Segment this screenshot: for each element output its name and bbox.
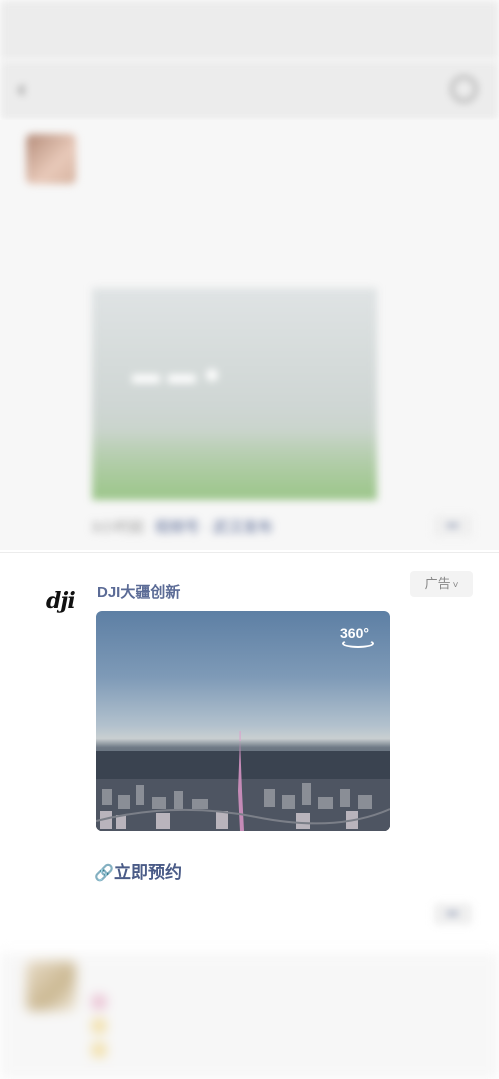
emoji-icon — [92, 995, 106, 1010]
ad-brand-name[interactable]: DJI大疆创新 — [97, 581, 180, 602]
reserve-now-link[interactable]: 🔗立即预约 — [94, 858, 182, 883]
dji-logo-icon[interactable]: dji — [46, 590, 82, 612]
emoji-icon — [92, 1019, 106, 1034]
watermark-icon: ▬ ▬ ● — [132, 358, 221, 389]
ad-more-button[interactable]: •• — [434, 903, 472, 925]
back-button[interactable]: ‹ — [18, 76, 25, 102]
grass-decoration — [92, 430, 377, 500]
post-text — [92, 989, 352, 1061]
post-line — [92, 989, 352, 1013]
360-view-icon[interactable]: 360° — [340, 625, 374, 648]
more-icon[interactable] — [451, 76, 477, 102]
city-skyline-icon — [96, 731, 390, 831]
avatar[interactable] — [26, 134, 76, 184]
emoji-icon — [92, 1043, 106, 1058]
feed-post — [0, 953, 499, 1079]
link-icon: 🔗 — [94, 865, 114, 882]
ad-post: dji DJI大疆创新 广告 ˅ 360° 🔗立即预约 •• — [0, 553, 499, 953]
post-meta: 3小时前 视频号 · 武汉发布 — [91, 516, 273, 537]
post-line — [92, 1013, 352, 1037]
cta-label: 立即预约 — [114, 863, 182, 882]
post-source[interactable]: 视频号 · 武汉发布 — [155, 519, 273, 536]
post-time: 3小时前 — [91, 519, 145, 536]
post-video-thumbnail[interactable]: ▬ ▬ ● — [92, 288, 377, 500]
status-bar — [0, 0, 499, 60]
ad-label-text: 广告 — [424, 576, 451, 591]
ad-panorama-image[interactable]: 360° — [96, 611, 390, 831]
nav-bar: ‹ — [0, 60, 499, 120]
feed-post: ▬ ▬ ● 3小时前 视频号 · 武汉发布 •• — [0, 120, 499, 550]
post-line — [92, 1037, 352, 1061]
chevron-down-icon: ˅ — [452, 580, 459, 591]
ad-label-button[interactable]: 广告 ˅ — [410, 571, 473, 597]
avatar[interactable] — [26, 961, 76, 1011]
post-more-button[interactable]: •• — [434, 515, 472, 537]
badge-360-text: 360° — [340, 625, 369, 641]
